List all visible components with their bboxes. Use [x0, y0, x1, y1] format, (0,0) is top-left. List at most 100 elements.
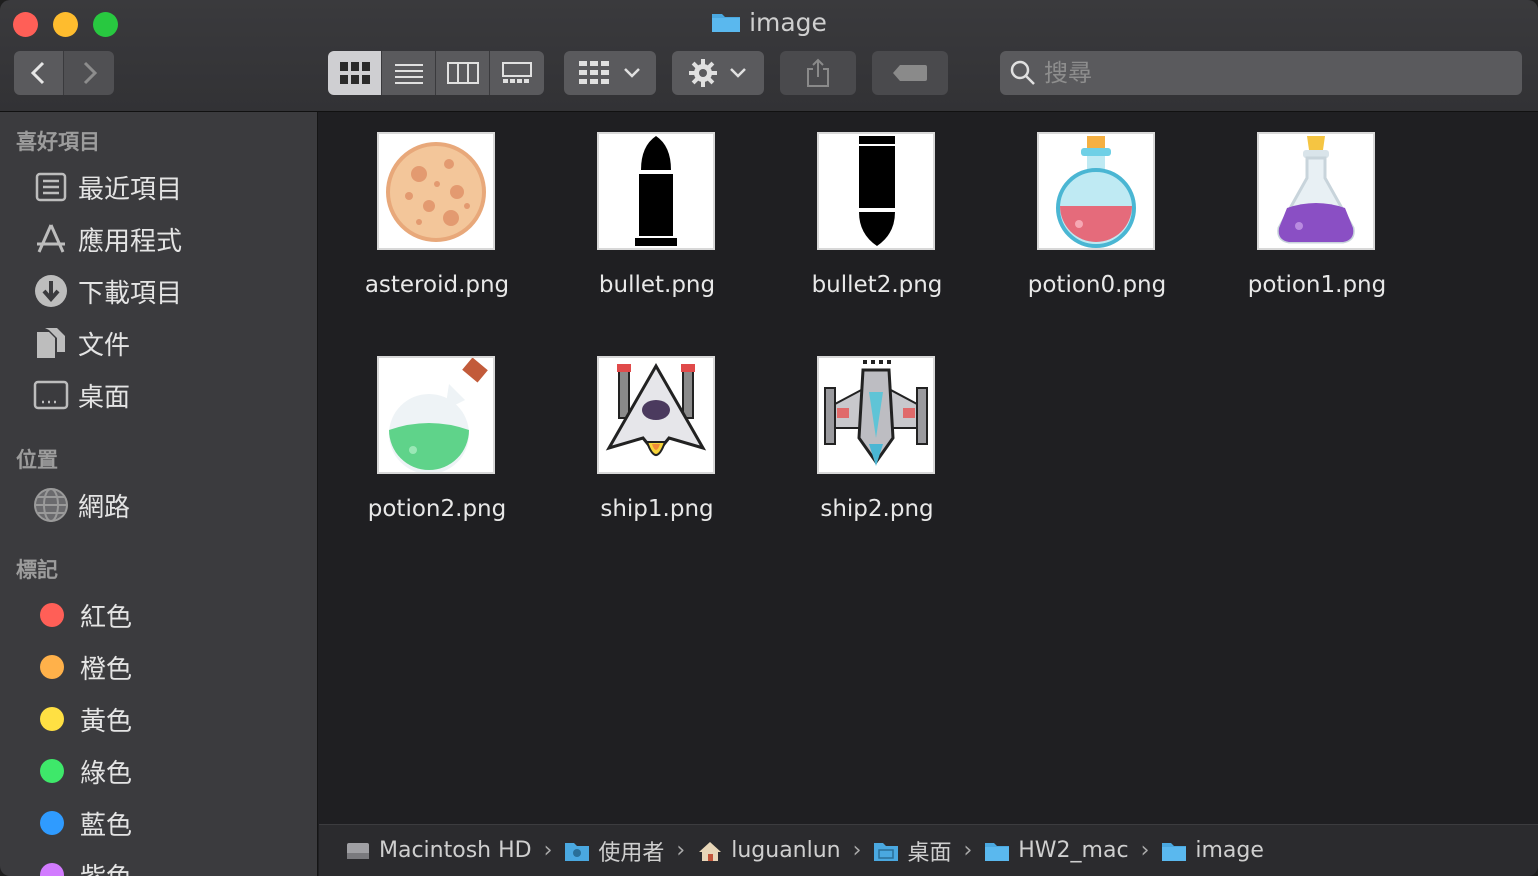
file-name: ship2.png	[820, 496, 934, 522]
gallery-view-button[interactable]	[490, 51, 544, 95]
file-item-asteroid[interactable]: asteroid.png	[327, 124, 547, 324]
sidebar-tag-blue[interactable]: 藍色	[0, 800, 318, 846]
file-name: bullet.png	[598, 272, 716, 298]
home-icon	[699, 841, 722, 861]
desktop-folder-icon	[874, 842, 899, 861]
sidebar-tag-green[interactable]: 綠色	[0, 748, 318, 794]
chevron-right-icon: ›	[676, 838, 686, 863]
chevron-right-icon: ›	[963, 838, 973, 863]
grid-icon	[579, 61, 609, 84]
path-crumb-label: HW2_mac	[1018, 838, 1129, 863]
file-item-ship2[interactable]: ship2.png	[767, 348, 987, 548]
bullet2-thumbnail	[817, 132, 935, 250]
sidebar-item-network[interactable]: 網路	[0, 482, 318, 528]
chevron-right-icon: ›	[852, 838, 862, 863]
sidebar-item-label: 紫色	[80, 857, 132, 876]
action-menu-button[interactable]	[672, 51, 764, 95]
window-title: image	[0, 8, 1538, 37]
file-item-ship1[interactable]: ship1.png	[547, 348, 767, 548]
tag-color-dot	[40, 759, 64, 783]
share-icon	[807, 58, 829, 87]
file-name: ship1.png	[600, 496, 714, 522]
back-button[interactable]	[14, 51, 64, 95]
path-crumb-label: 桌面	[907, 840, 952, 866]
chevron-down-icon	[730, 68, 746, 78]
path-crumb-label: image	[1195, 838, 1264, 863]
potion-red-thumbnail	[1037, 132, 1155, 250]
recents-icon	[32, 168, 70, 206]
gallery-icon	[502, 62, 532, 83]
file-name: asteroid.png	[364, 272, 510, 298]
chevron-right-icon: ›	[1140, 838, 1150, 863]
potion-green-thumbnail	[377, 356, 495, 474]
sidebar-item-downloads[interactable]: 下載項目	[0, 268, 318, 314]
grid-icon	[339, 62, 370, 84]
sidebar-item-label: 網路	[78, 492, 131, 523]
sidebar-item-label: 下載項目	[78, 278, 183, 309]
sidebar: 喜好項目 最近項目 應用程式 下載項目 文件 桌面 位置 網路 標記 紅色 橙色…	[0, 112, 318, 876]
file-item-bullet2[interactable]: bullet2.png	[767, 124, 987, 324]
file-name: potion2.png	[367, 496, 507, 522]
folder-icon	[985, 842, 1010, 861]
list-view-button[interactable]	[382, 51, 436, 95]
sidebar-tag-red[interactable]: 紅色	[0, 592, 318, 638]
sidebar-item-label: 應用程式	[78, 226, 183, 257]
share-button[interactable]	[780, 51, 856, 95]
chevron-right-icon: ›	[543, 838, 553, 863]
hard-drive-icon	[347, 842, 369, 859]
bullet-thumbnail	[597, 132, 715, 250]
search-field[interactable]	[1000, 51, 1522, 95]
applications-icon	[32, 220, 70, 258]
tags-button[interactable]	[872, 51, 948, 95]
potion-purple-thumbnail	[1257, 132, 1375, 250]
path-crumb-home[interactable]: luguanlun ›	[697, 838, 873, 863]
search-icon	[1010, 60, 1035, 85]
path-crumb-users[interactable]: 使用者 ›	[564, 835, 697, 867]
sidebar-item-recents[interactable]: 最近項目	[0, 164, 318, 210]
users-folder-icon	[565, 842, 590, 861]
sidebar-tag-orange[interactable]: 橙色	[0, 644, 318, 690]
sidebar-item-label: 最近項目	[78, 174, 183, 205]
chevron-down-icon	[624, 68, 640, 78]
file-name: potion0.png	[1027, 272, 1167, 298]
path-crumb-image[interactable]: image	[1161, 838, 1264, 863]
tag-color-dot	[40, 863, 64, 876]
path-crumb-macintosh-hd[interactable]: Macintosh HD ›	[345, 838, 564, 863]
columns-icon	[446, 62, 479, 84]
sidebar-item-applications[interactable]: 應用程式	[0, 216, 318, 262]
tag-color-dot	[40, 811, 64, 835]
sidebar-item-documents[interactable]: 文件	[0, 320, 318, 366]
file-item-potion0[interactable]: potion0.png	[987, 124, 1207, 324]
sidebar-tag-purple[interactable]: 紫色	[0, 852, 318, 876]
list-icon	[394, 64, 423, 84]
path-crumb-hw2-mac[interactable]: HW2_mac ›	[984, 838, 1161, 863]
chevron-right-icon	[83, 61, 98, 85]
sidebar-item-desktop[interactable]: 桌面	[0, 372, 318, 418]
ship2-thumbnail	[817, 356, 935, 474]
sidebar-section-tags: 標記	[16, 558, 58, 582]
file-item-potion2[interactable]: potion2.png	[327, 348, 547, 548]
view-mode-control	[328, 51, 544, 95]
search-input[interactable]	[1044, 59, 1504, 87]
path-crumb-label: luguanlun	[731, 838, 841, 863]
sidebar-item-label: 藍色	[80, 810, 133, 841]
sidebar-item-label: 黃色	[80, 706, 133, 737]
file-item-bullet[interactable]: bullet.png	[547, 124, 767, 324]
tag-color-dot	[40, 707, 64, 731]
folder-icon	[1162, 842, 1187, 861]
column-view-button[interactable]	[436, 51, 490, 95]
file-item-potion1[interactable]: potion1.png	[1207, 124, 1427, 324]
downloads-icon	[32, 272, 70, 310]
sidebar-tag-yellow[interactable]: 黃色	[0, 696, 318, 742]
path-crumb-desktop[interactable]: 桌面 ›	[873, 835, 984, 867]
desktop-icon	[32, 376, 70, 414]
file-name: potion1.png	[1247, 272, 1387, 298]
path-bar: Macintosh HD › 使用者 › luguanlun › 桌面 › HW…	[319, 824, 1538, 876]
icon-view-button[interactable]	[328, 51, 382, 95]
forward-button[interactable]	[64, 51, 114, 95]
file-name: bullet2.png	[811, 272, 943, 298]
tag-color-dot	[40, 603, 64, 627]
group-by-button[interactable]	[564, 51, 656, 95]
toolbar: image	[0, 0, 1538, 112]
file-grid: asteroid.png bullet.png bullet2.png poti…	[319, 112, 1538, 824]
